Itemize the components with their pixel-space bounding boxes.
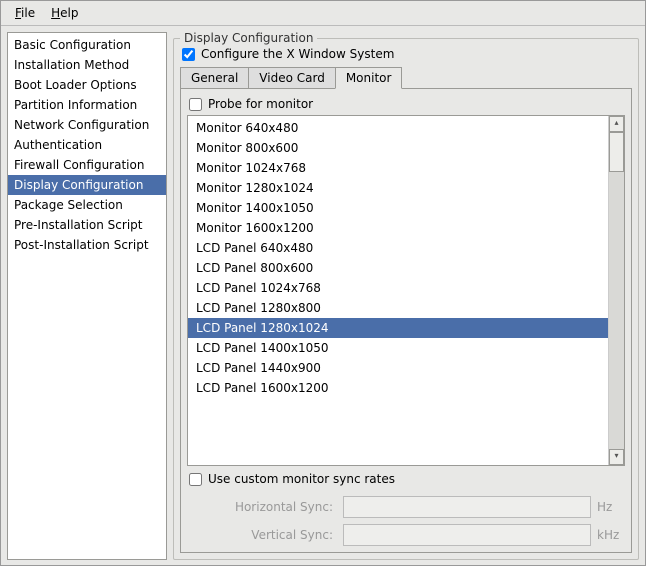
vsync-input — [343, 524, 591, 546]
sidebar-item[interactable]: Display Configuration — [8, 175, 166, 195]
sidebar-item[interactable]: Boot Loader Options — [8, 75, 166, 95]
sidebar-item[interactable]: Post-Installation Script — [8, 235, 166, 255]
scrollbar[interactable]: ▴ ▾ — [608, 116, 624, 465]
list-item[interactable]: LCD Panel 1440x900 — [188, 358, 608, 378]
list-item[interactable]: LCD Panel 1280x1024 — [188, 318, 608, 338]
menubar: File Help — [1, 1, 645, 26]
list-item[interactable]: LCD Panel 800x600 — [188, 258, 608, 278]
list-item[interactable]: Monitor 640x480 — [188, 118, 608, 138]
list-item[interactable]: Monitor 800x600 — [188, 138, 608, 158]
vsync-label: Vertical Sync: — [187, 528, 337, 542]
sidebar-item[interactable]: Partition Information — [8, 95, 166, 115]
hsync-input — [343, 496, 591, 518]
main-area: Basic ConfigurationInstallation MethodBo… — [1, 26, 645, 566]
custom-sync-label: Use custom monitor sync rates — [208, 472, 395, 486]
list-item[interactable]: Monitor 1400x1050 — [188, 198, 608, 218]
menu-file[interactable]: File — [7, 4, 43, 22]
sidebar-item[interactable]: Network Configuration — [8, 115, 166, 135]
list-item[interactable]: LCD Panel 1600x1200 — [188, 378, 608, 398]
hsync-label: Horizontal Sync: — [187, 500, 337, 514]
tab[interactable]: Video Card — [248, 67, 336, 88]
custom-sync-check[interactable]: Use custom monitor sync rates — [187, 466, 625, 490]
hsync-unit: Hz — [597, 500, 625, 514]
sidebar: Basic ConfigurationInstallation MethodBo… — [7, 32, 167, 560]
hsync-row: Horizontal Sync: Hz — [187, 490, 625, 518]
sidebar-item[interactable]: Firewall Configuration — [8, 155, 166, 175]
content: Display Configuration Configure the X Wi… — [173, 32, 639, 560]
scroll-thumb[interactable] — [609, 132, 624, 172]
probe-monitor-checkbox[interactable] — [189, 98, 202, 111]
probe-monitor-label: Probe for monitor — [208, 97, 313, 111]
display-config-group: Display Configuration Configure the X Wi… — [173, 38, 639, 560]
tab[interactable]: Monitor — [335, 67, 403, 89]
sidebar-item[interactable]: Authentication — [8, 135, 166, 155]
list-item[interactable]: Monitor 1600x1200 — [188, 218, 608, 238]
tab[interactable]: General — [180, 67, 249, 88]
scroll-down-icon[interactable]: ▾ — [609, 449, 624, 465]
list-item[interactable]: LCD Panel 1400x1050 — [188, 338, 608, 358]
list-item[interactable]: Monitor 1280x1024 — [188, 178, 608, 198]
scroll-track[interactable] — [609, 132, 624, 449]
vsync-row: Vertical Sync: kHz — [187, 518, 625, 546]
monitor-list[interactable]: Monitor 640x480Monitor 800x600Monitor 10… — [188, 116, 608, 465]
configure-x-check[interactable]: Configure the X Window System — [180, 45, 632, 67]
probe-monitor-check[interactable]: Probe for monitor — [187, 95, 625, 115]
monitor-list-container: Monitor 640x480Monitor 800x600Monitor 10… — [187, 115, 625, 466]
configure-x-checkbox[interactable] — [182, 48, 195, 61]
tab-panel-monitor: Probe for monitor Monitor 640x480Monitor… — [180, 88, 632, 553]
list-item[interactable]: LCD Panel 1024x768 — [188, 278, 608, 298]
sidebar-item[interactable]: Pre-Installation Script — [8, 215, 166, 235]
configure-x-label: Configure the X Window System — [201, 47, 394, 61]
list-item[interactable]: LCD Panel 1280x800 — [188, 298, 608, 318]
menu-help[interactable]: Help — [43, 4, 86, 22]
scroll-up-icon[interactable]: ▴ — [609, 116, 624, 132]
list-item[interactable]: Monitor 1024x768 — [188, 158, 608, 178]
sidebar-item[interactable]: Installation Method — [8, 55, 166, 75]
tabs: GeneralVideo CardMonitor — [180, 67, 632, 88]
group-title: Display Configuration — [180, 31, 317, 45]
custom-sync-checkbox[interactable] — [189, 473, 202, 486]
sidebar-item[interactable]: Package Selection — [8, 195, 166, 215]
sidebar-item[interactable]: Basic Configuration — [8, 35, 166, 55]
list-item[interactable]: LCD Panel 640x480 — [188, 238, 608, 258]
vsync-unit: kHz — [597, 528, 625, 542]
